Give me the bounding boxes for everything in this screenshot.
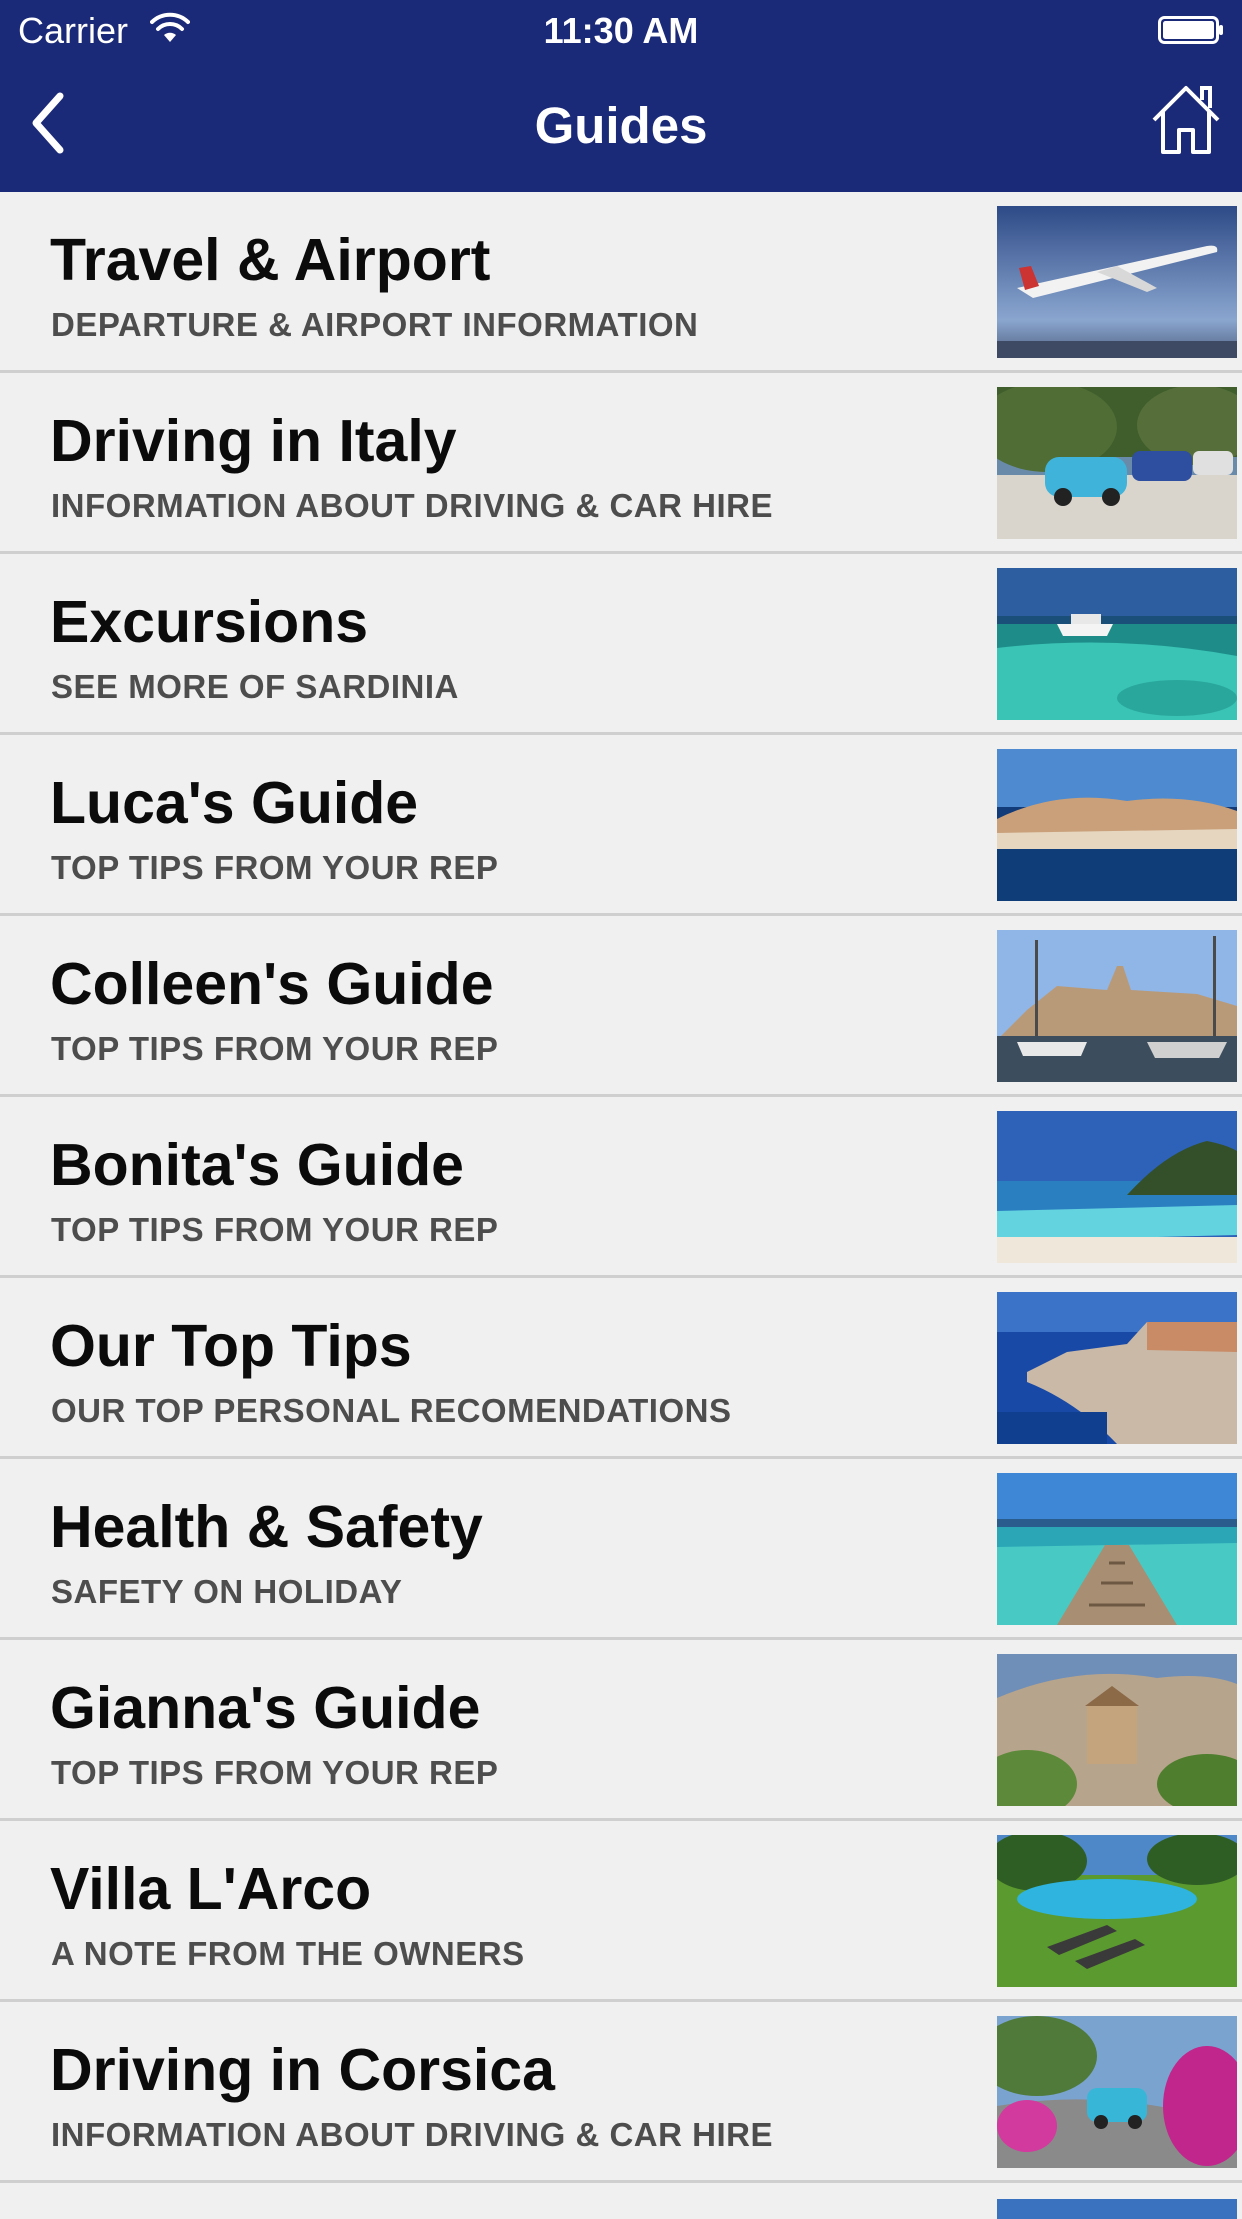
list-item-title: Travel & Airport [50,227,491,293]
list-item-subtitle: TOP TIPS FROM YOUR REP [51,1030,499,1067]
list-item-subtitle: SEE MORE OF SARDINIA [51,668,459,705]
list-item-driving-italy[interactable]: Driving in Italy INFORMATION ABOUT DRIVI… [0,373,1242,554]
list-item-subtitle: INFORMATION ABOUT DRIVING & CAR HIRE [51,2116,773,2153]
home-icon[interactable] [1148,80,1224,160]
guides-list: Travel & Airport DEPARTURE & AIRPORT INF… [0,192,1242,2219]
list-item-title: Driving in Italy [50,408,457,474]
navigation-bar: Guides [0,60,1242,192]
list-item-bonitas-guide[interactable]: Bonita's Guide TOP TIPS FROM YOUR REP [0,1097,1242,1278]
thumbnail-photo [997,2199,1237,2219]
wooden-pier-photo [997,1473,1237,1625]
list-item-title: Bonita's Guide [50,1132,464,1198]
list-item-title: Health & Safety [50,1494,483,1560]
list-item-travel-airport[interactable]: Travel & Airport DEPARTURE & AIRPORT INF… [0,192,1242,373]
parked-cars-photo [997,387,1237,539]
list-item-subtitle: TOP TIPS FROM YOUR REP [51,1754,499,1791]
list-item-health-safety[interactable]: Health & Safety SAFETY ON HOLIDAY [0,1459,1242,1640]
status-bar: Carrier 11:30 AM [0,0,1242,60]
beach-headland-photo [997,1111,1237,1263]
list-item-subtitle: TOP TIPS FROM YOUR REP [51,849,499,886]
villa-pool-photo [997,1835,1237,1987]
battery-icon [1158,16,1223,44]
harbour-boats-photo [997,930,1237,1082]
coastal-town-photo [997,749,1237,901]
boat-turquoise-sea-photo [997,568,1237,720]
list-item-title: Excursions [50,589,369,655]
list-item-title: Gianna's Guide [50,1675,481,1741]
list-item-excursions[interactable]: Excursions SEE MORE OF SARDINIA [0,554,1242,735]
list-item-title: Driving in Corsica [50,2037,555,2103]
list-item-title: Villa L'Arco [50,1856,372,1922]
list-item-giannas-guide[interactable]: Gianna's Guide TOP TIPS FROM YOUR REP [0,1640,1242,1821]
list-item-lucas-guide[interactable]: Luca's Guide TOP TIPS FROM YOUR REP [0,735,1242,916]
list-item-title: Our Top Tips [50,1313,412,1379]
cliff-town-photo [997,1292,1237,1444]
list-item-title: Luca's Guide [50,770,419,836]
list-item-title: Colleen's Guide [50,951,494,1017]
list-item-subtitle: INFORMATION ABOUT DRIVING & CAR HIRE [51,487,773,524]
hill-town-photo [997,1654,1237,1806]
list-item-driving-corsica[interactable]: Driving in Corsica INFORMATION ABOUT DRI… [0,2002,1242,2183]
list-item-partial[interactable] [0,2183,1242,2219]
list-item-subtitle: SAFETY ON HOLIDAY [51,1573,403,1610]
page-title: Guides [534,97,708,154]
list-item-subtitle: DEPARTURE & AIRPORT INFORMATION [51,306,699,343]
airplane-photo [997,206,1237,358]
list-item-subtitle: TOP TIPS FROM YOUR REP [51,1211,499,1248]
list-item-subtitle: OUR TOP PERSONAL RECOMENDATIONS [51,1392,732,1429]
list-item-colleens-guide[interactable]: Colleen's Guide TOP TIPS FROM YOUR REP [0,916,1242,1097]
list-item-subtitle: A NOTE FROM THE OWNERS [51,1935,525,1972]
list-item-our-top-tips[interactable]: Our Top Tips OUR TOP PERSONAL RECOMENDAT… [0,1278,1242,1459]
coastal-road-flowers-photo [997,2016,1237,2168]
list-item-villa-larco[interactable]: Villa L'Arco A NOTE FROM THE OWNERS [0,1821,1242,2002]
status-time: 11:30 AM [543,10,699,51]
